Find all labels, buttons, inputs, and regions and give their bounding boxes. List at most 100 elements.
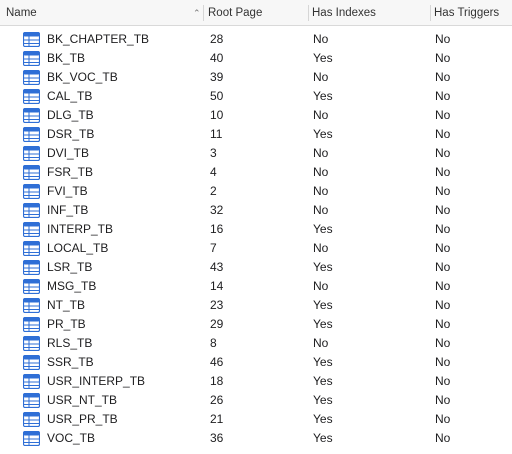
row-has-triggers: No [435, 222, 451, 236]
row-root-page: 7 [210, 241, 217, 255]
row-root-page: 8 [210, 336, 217, 350]
row-name: MSG_TB [47, 279, 97, 293]
row-root-page: 16 [210, 222, 224, 236]
row-has-indexes: Yes [313, 412, 333, 426]
table-row[interactable]: USR_NT_TB 26 Yes No [0, 391, 512, 410]
row-has-triggers: No [435, 317, 451, 331]
table-icon [22, 202, 41, 219]
table-row[interactable]: VOC_TB 36 Yes No [0, 429, 512, 448]
column-divider[interactable] [308, 5, 309, 21]
table-icon [22, 164, 41, 181]
row-root-page: 29 [210, 317, 224, 331]
tables-list: Name ⌃ Root Page Has Indexes Has Trigger… [0, 0, 512, 454]
row-name: DSR_TB [47, 127, 95, 141]
row-name: INF_TB [47, 203, 89, 217]
row-root-page: 18 [210, 374, 224, 388]
row-has-indexes: No [313, 146, 329, 160]
table-row[interactable]: DLG_TB 10 No No [0, 106, 512, 125]
table-icon [22, 183, 41, 200]
table-row[interactable]: LSR_TB 43 Yes No [0, 258, 512, 277]
row-has-triggers: No [435, 355, 451, 369]
row-has-triggers: No [435, 127, 451, 141]
row-root-page: 50 [210, 89, 224, 103]
row-has-triggers: No [435, 374, 451, 388]
row-has-indexes: Yes [313, 260, 333, 274]
table-header: Name ⌃ Root Page Has Indexes Has Trigger… [0, 0, 512, 26]
column-header-root-page[interactable]: Root Page [208, 0, 306, 26]
row-has-triggers: No [435, 51, 451, 65]
table-row[interactable]: USR_PR_TB 21 Yes No [0, 410, 512, 429]
table-row[interactable]: LOCAL_TB 7 No No [0, 239, 512, 258]
row-name: SSR_TB [47, 355, 94, 369]
table-icon [22, 50, 41, 67]
row-has-triggers: No [435, 32, 451, 46]
table-row[interactable]: FSR_TB 4 No No [0, 163, 512, 182]
table-icon [22, 392, 41, 409]
table-icon [22, 335, 41, 352]
row-name: USR_PR_TB [47, 412, 118, 426]
table-row[interactable]: RLS_TB 8 No No [0, 334, 512, 353]
table-row[interactable]: BK_TB 40 Yes No [0, 49, 512, 68]
row-name: BK_CHAPTER_TB [47, 32, 150, 46]
row-root-page: 40 [210, 51, 224, 65]
table-row[interactable]: SSR_TB 46 Yes No [0, 353, 512, 372]
table-row[interactable]: MSG_TB 14 No No [0, 277, 512, 296]
row-root-page: 46 [210, 355, 224, 369]
table-row[interactable]: PR_TB 29 Yes No [0, 315, 512, 334]
row-has-indexes: Yes [313, 127, 333, 141]
row-has-indexes: No [313, 32, 329, 46]
row-has-indexes: Yes [313, 298, 333, 312]
table-icon [22, 373, 41, 390]
column-divider[interactable] [203, 5, 204, 21]
row-has-triggers: No [435, 336, 451, 350]
row-has-triggers: No [435, 241, 451, 255]
row-root-page: 36 [210, 431, 224, 445]
column-divider[interactable] [430, 5, 431, 21]
row-has-triggers: No [435, 260, 451, 274]
row-has-indexes: No [313, 165, 329, 179]
row-root-page: 39 [210, 70, 224, 84]
row-root-page: 43 [210, 260, 224, 274]
table-row[interactable]: DSR_TB 11 Yes No [0, 125, 512, 144]
table-row[interactable]: DVI_TB 3 No No [0, 144, 512, 163]
table-row[interactable]: BK_VOC_TB 39 No No [0, 68, 512, 87]
table-row[interactable]: USR_INTERP_TB 18 Yes No [0, 372, 512, 391]
table-icon [22, 278, 41, 295]
row-root-page: 21 [210, 412, 224, 426]
table-icon [22, 316, 41, 333]
table-icon [22, 354, 41, 371]
row-has-indexes: Yes [313, 89, 333, 103]
row-has-triggers: No [435, 108, 451, 122]
row-has-indexes: No [313, 108, 329, 122]
chevron-up-icon[interactable]: ⌃ [193, 0, 201, 26]
row-has-triggers: No [435, 203, 451, 217]
row-has-triggers: No [435, 279, 451, 293]
table-row[interactable]: FVI_TB 2 No No [0, 182, 512, 201]
row-name: LOCAL_TB [47, 241, 109, 255]
row-name: RLS_TB [47, 336, 93, 350]
column-header-name[interactable]: Name [6, 0, 200, 26]
row-name: CAL_TB [47, 89, 93, 103]
row-root-page: 28 [210, 32, 224, 46]
column-header-has-triggers[interactable]: Has Triggers [434, 0, 512, 26]
table-row[interactable]: CAL_TB 50 Yes No [0, 87, 512, 106]
row-name: USR_INTERP_TB [47, 374, 146, 388]
table-row[interactable]: INTERP_TB 16 Yes No [0, 220, 512, 239]
row-root-page: 3 [210, 146, 217, 160]
table-icon [22, 126, 41, 143]
row-root-page: 4 [210, 165, 217, 179]
row-has-triggers: No [435, 412, 451, 426]
table-row[interactable]: NT_TB 23 Yes No [0, 296, 512, 315]
row-has-indexes: Yes [313, 374, 333, 388]
table-icon [22, 69, 41, 86]
row-name: USR_NT_TB [47, 393, 118, 407]
column-header-has-indexes[interactable]: Has Indexes [312, 0, 428, 26]
table-row[interactable]: INF_TB 32 No No [0, 201, 512, 220]
table-icon [22, 221, 41, 238]
row-root-page: 11 [210, 127, 223, 141]
row-name: DLG_TB [47, 108, 94, 122]
row-has-triggers: No [435, 184, 451, 198]
row-has-indexes: No [313, 241, 329, 255]
row-name: FVI_TB [47, 184, 88, 198]
table-row[interactable]: BK_CHAPTER_TB 28 No No [0, 30, 512, 49]
